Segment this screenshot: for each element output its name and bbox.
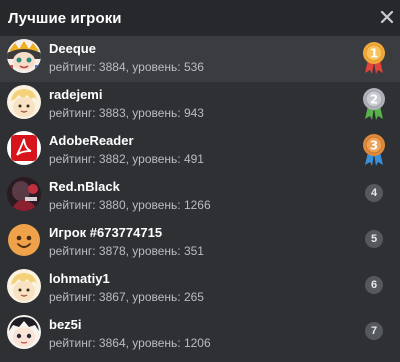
gold-medal-icon: 1 (362, 40, 386, 76)
player-row[interactable]: Deeque рейтинг: 3884, уровень: 536 1 (0, 36, 400, 82)
close-icon[interactable] (380, 10, 394, 24)
anime-avatar (7, 39, 41, 73)
panel-header: Лучшие игроки (0, 0, 400, 36)
medal-rank: 3 (370, 139, 378, 153)
player-stats: рейтинг: 3880, уровень: 1266 (49, 198, 211, 212)
bronze-medal-icon: 3 (362, 132, 386, 168)
medal-rank: 2 (370, 93, 378, 107)
adobe-reader-logo-avatar (7, 131, 41, 165)
player-row[interactable]: radejemi рейтинг: 3883, уровень: 943 2 (0, 82, 400, 128)
player-name[interactable]: radejemi (49, 87, 102, 102)
player-name[interactable]: bez5i (49, 317, 82, 332)
leaderboard-panel: Лучшие игроки Deeque рейтинг: 3884, уров… (0, 0, 400, 362)
player-name[interactable]: lohmatiy1 (49, 271, 110, 286)
player-name[interactable]: AdobeReader (49, 133, 134, 148)
player-stats: рейтинг: 3864, уровень: 1206 (49, 336, 211, 350)
rank-badge: 6 (365, 276, 383, 294)
player-name[interactable]: Deeque (49, 41, 96, 56)
player-name[interactable]: Игрок #673774715 (49, 225, 162, 240)
cartoon-blond-avatar (7, 269, 41, 303)
player-row[interactable]: AdobeReader рейтинг: 3882, уровень: 491 … (0, 128, 400, 174)
cartoon-blond-avatar (7, 85, 41, 119)
player-name[interactable]: Red.nBlack (49, 179, 120, 194)
rank-badge: 7 (365, 322, 383, 340)
rank-badge: 4 (365, 184, 383, 202)
medal-rank: 1 (370, 47, 378, 61)
player-stats: рейтинг: 3878, уровень: 351 (49, 244, 204, 258)
player-stats: рейтинг: 3884, уровень: 536 (49, 60, 204, 74)
anime-avatar (7, 315, 41, 349)
player-row[interactable]: lohmatiy1 рейтинг: 3867, уровень: 265 6 (0, 266, 400, 312)
player-stats: рейтинг: 3882, уровень: 491 (49, 152, 204, 166)
silver-medal-icon: 2 (362, 86, 386, 122)
player-stats: рейтинг: 3883, уровень: 943 (49, 106, 204, 120)
default-smiley-avatar (7, 223, 41, 257)
player-row[interactable]: bez5i рейтинг: 3864, уровень: 1206 7 (0, 312, 400, 358)
player-row[interactable]: Игрок #673774715 рейтинг: 3878, уровень:… (0, 220, 400, 266)
player-row[interactable]: Red.nBlack рейтинг: 3880, уровень: 1266 … (0, 174, 400, 220)
player-stats: рейтинг: 3867, уровень: 265 (49, 290, 204, 304)
dark-photo-avatar (7, 177, 41, 211)
panel-title: Лучшие игроки (8, 10, 122, 27)
rank-badge: 5 (365, 230, 383, 248)
